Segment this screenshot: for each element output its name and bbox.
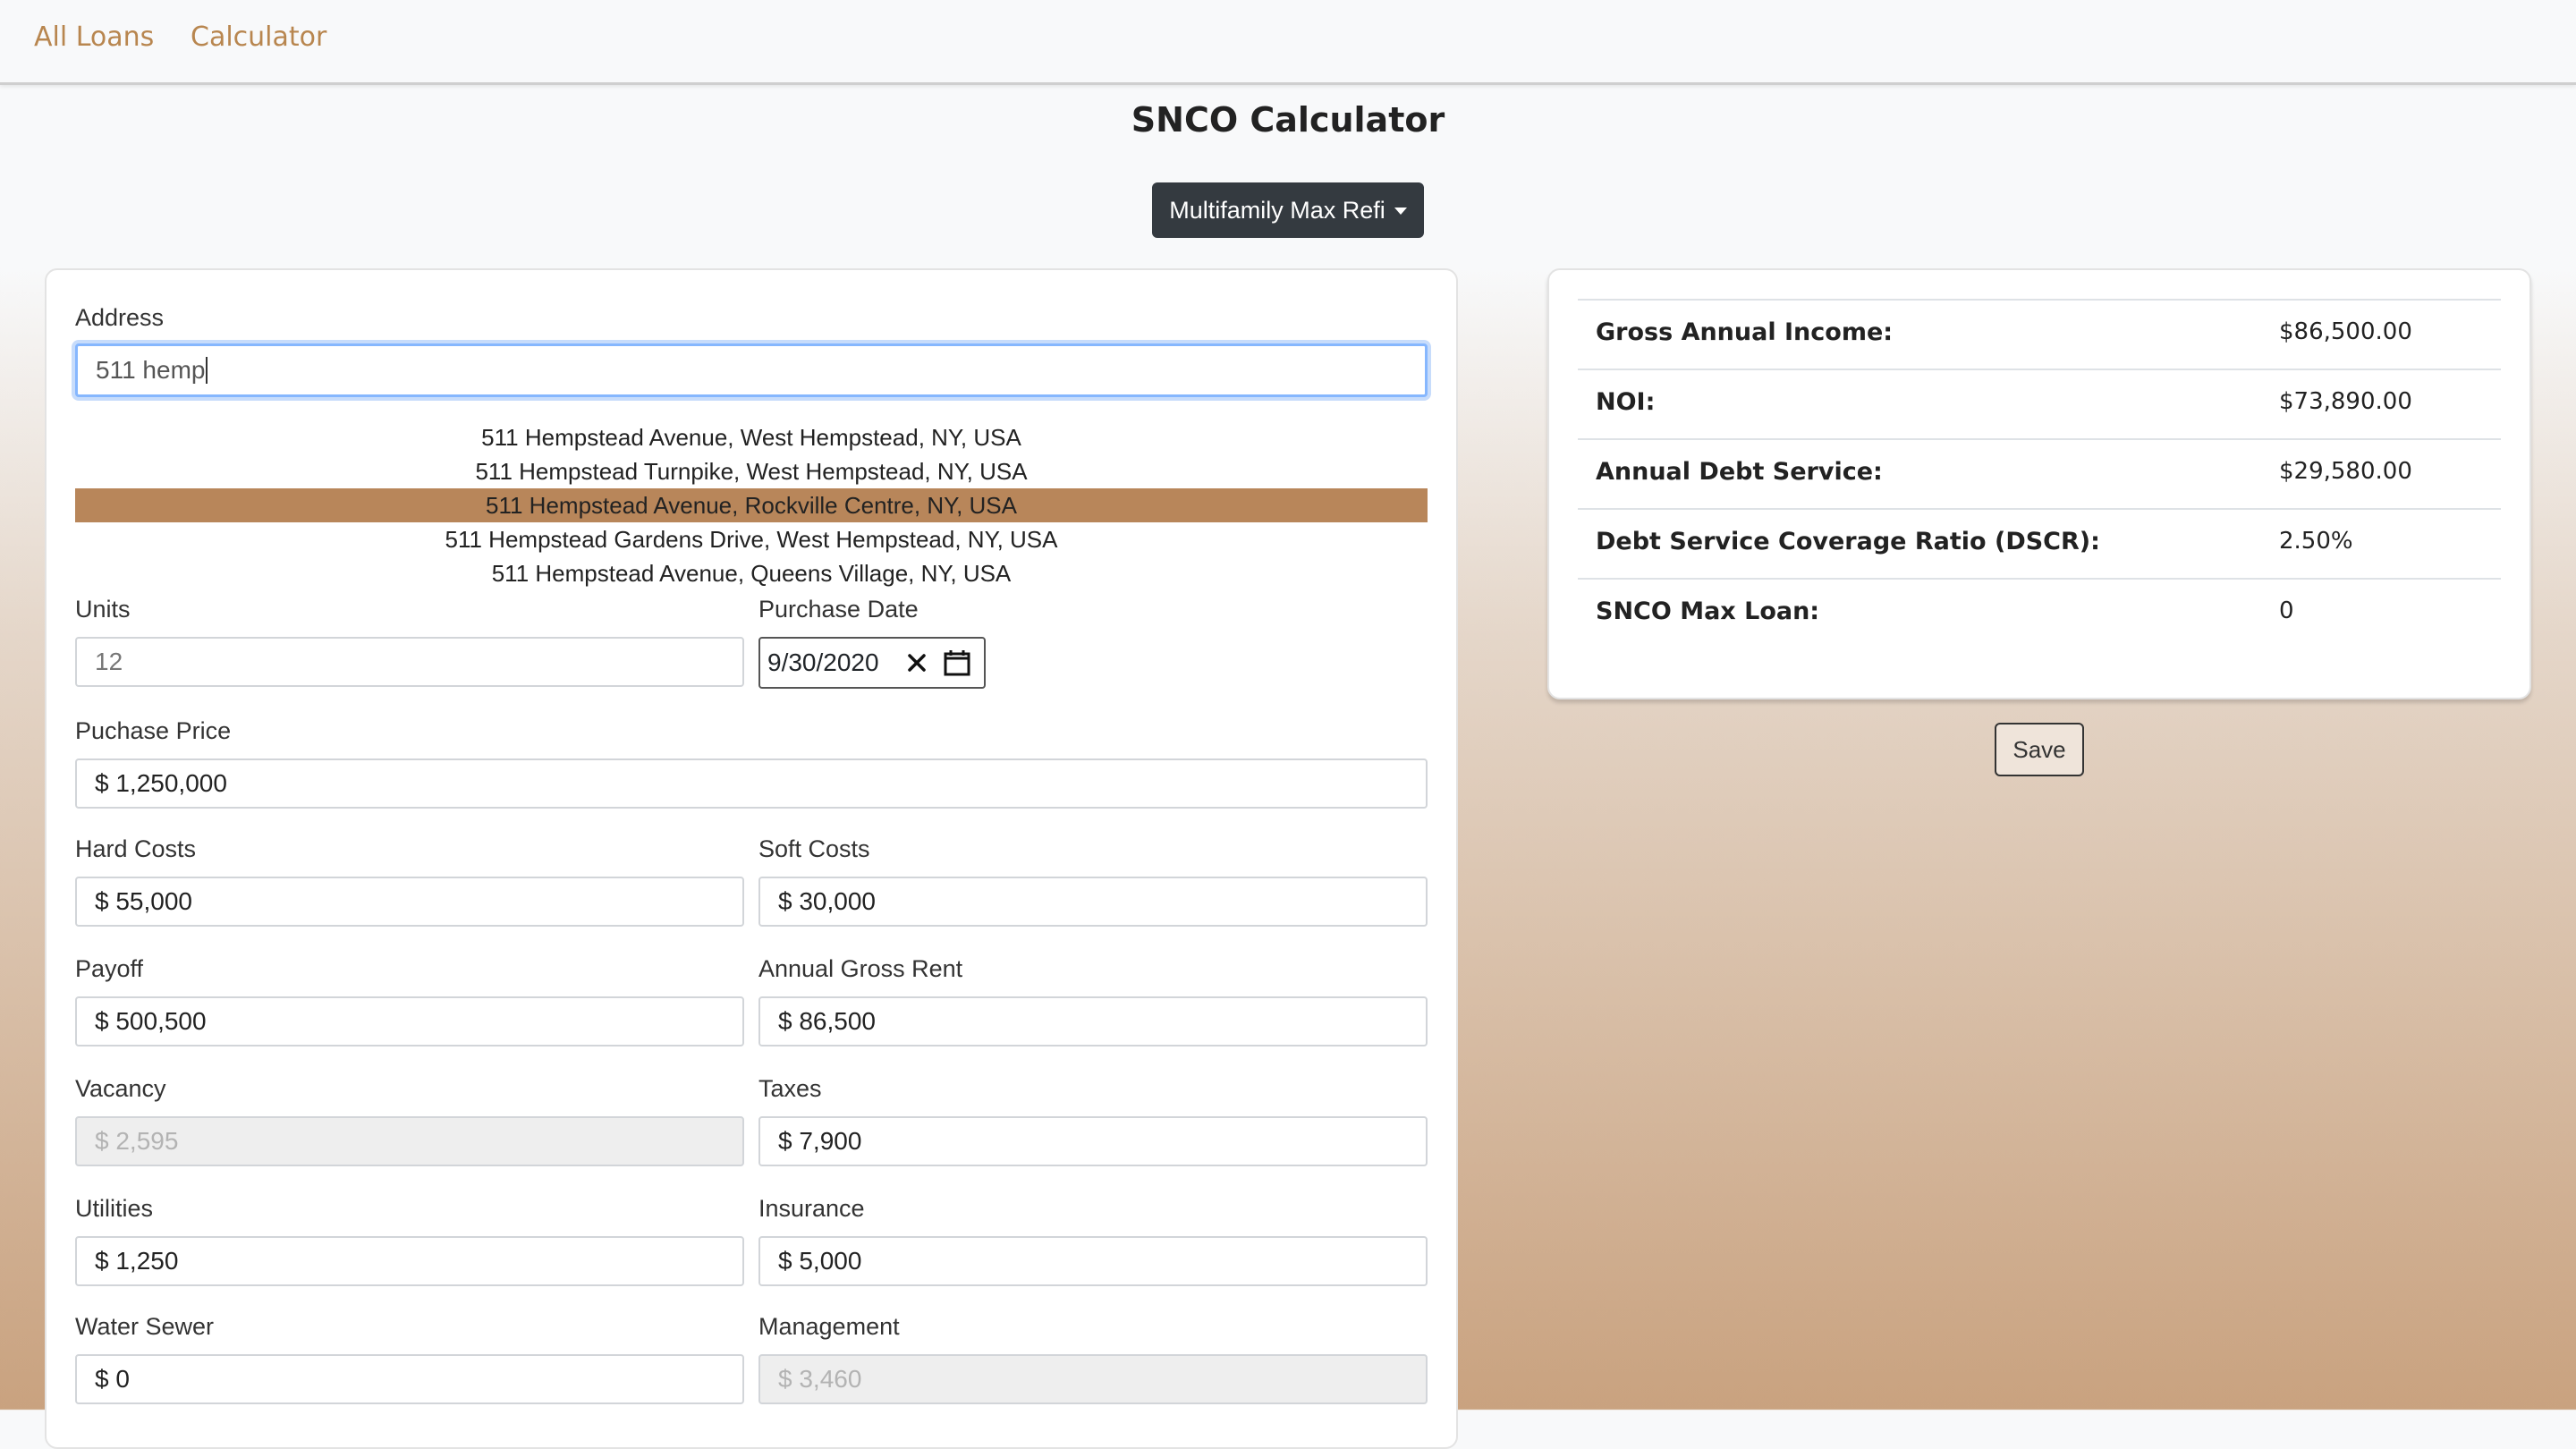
- summary-value: $29,580.00: [2279, 458, 2412, 485]
- address-label: Address: [75, 304, 165, 331]
- loan-type-dropdown-label: Multifamily Max Refi: [1169, 196, 1385, 224]
- nav-link-calculator[interactable]: Calculator: [191, 21, 326, 53]
- calendar-icon[interactable]: [941, 647, 973, 679]
- management-value: $ 3,460: [778, 1365, 862, 1393]
- summary-value: 2.50%: [2279, 528, 2353, 555]
- save-button[interactable]: Save: [1995, 723, 2084, 776]
- loan-type-dropdown[interactable]: Multifamily Max Refi: [1152, 182, 1424, 238]
- summary-row-noi: NOI: $73,890.00: [1578, 369, 2501, 438]
- soft-costs-value: $ 30,000: [778, 887, 876, 915]
- address-input[interactable]: 511 hemp: [75, 343, 1428, 397]
- units-label: Units: [75, 596, 131, 623]
- soft-costs-input[interactable]: $ 30,000: [758, 877, 1428, 927]
- caret-down-icon: [1394, 208, 1407, 215]
- utilities-input[interactable]: $ 1,250: [75, 1236, 744, 1286]
- summary-row-annual-debt-service: Annual Debt Service: $29,580.00: [1578, 438, 2501, 508]
- summary-row-gross-annual-income: Gross Annual Income: $86,500.00: [1578, 299, 2501, 369]
- address-input-value: 511 hemp: [96, 356, 206, 384]
- hard-costs-input[interactable]: $ 55,000: [75, 877, 744, 927]
- payoff-label: Payoff: [75, 955, 144, 982]
- summary-value: 0: [2279, 597, 2294, 624]
- hard-costs-label: Hard Costs: [75, 835, 197, 862]
- top-navbar: All Loans Calculator: [0, 0, 2576, 85]
- purchase-price-input[interactable]: $ 1,250,000: [75, 758, 1428, 809]
- annual-gross-rent-value: $ 86,500: [778, 1007, 876, 1035]
- summary-value: $73,890.00: [2279, 388, 2412, 415]
- address-suggestion[interactable]: 511 Hempstead Avenue, Queens Village, NY…: [75, 556, 1428, 590]
- water-sewer-label: Water Sewer: [75, 1313, 215, 1340]
- water-sewer-value: $ 0: [95, 1365, 130, 1393]
- purchase-price-label: Puchase Price: [75, 717, 232, 744]
- vacancy-value: $ 2,595: [95, 1127, 179, 1155]
- purchase-price-value: $ 1,250,000: [95, 769, 227, 797]
- insurance-input[interactable]: $ 5,000: [758, 1236, 1428, 1286]
- taxes-label: Taxes: [758, 1075, 822, 1102]
- payoff-input[interactable]: $ 500,500: [75, 996, 744, 1046]
- nav-link-all-loans[interactable]: All Loans: [34, 21, 154, 53]
- insurance-label: Insurance: [758, 1195, 865, 1222]
- management-input: $ 3,460: [758, 1354, 1428, 1404]
- summary-row-dscr: Debt Service Coverage Ratio (DSCR): 2.50…: [1578, 508, 2501, 578]
- text-cursor: [206, 357, 208, 384]
- summary-label: Annual Debt Service:: [1596, 458, 1883, 486]
- summary-row-snco-max-loan: SNCO Max Loan: 0: [1578, 578, 2501, 648]
- insurance-value: $ 5,000: [778, 1247, 862, 1275]
- units-input-value: 12: [95, 648, 123, 675]
- utilities-value: $ 1,250: [95, 1247, 179, 1275]
- annual-gross-rent-label: Annual Gross Rent: [758, 955, 963, 982]
- taxes-value: $ 7,900: [778, 1127, 862, 1155]
- summary-label: Gross Annual Income:: [1596, 318, 1894, 346]
- address-suggestion[interactable]: 511 Hempstead Turnpike, West Hempstead, …: [75, 454, 1428, 488]
- utilities-label: Utilities: [75, 1195, 154, 1222]
- purchase-date-label: Purchase Date: [758, 596, 919, 623]
- summary-value: $86,500.00: [2279, 318, 2412, 345]
- soft-costs-label: Soft Costs: [758, 835, 870, 862]
- address-suggestion[interactable]: 511 Hempstead Gardens Drive, West Hempst…: [75, 522, 1428, 556]
- taxes-input[interactable]: $ 7,900: [758, 1116, 1428, 1166]
- vacancy-input: $ 2,595: [75, 1116, 744, 1166]
- summary-label: Debt Service Coverage Ratio (DSCR):: [1596, 528, 2100, 555]
- page-title: SNCO Calculator: [1131, 100, 1445, 140]
- management-label: Management: [758, 1313, 900, 1340]
- summary-label: SNCO Max Loan:: [1596, 597, 1820, 625]
- payoff-value: $ 500,500: [95, 1007, 207, 1035]
- water-sewer-input[interactable]: $ 0: [75, 1354, 744, 1404]
- hard-costs-value: $ 55,000: [95, 887, 192, 915]
- purchase-date-input[interactable]: 9/30/2020: [758, 637, 986, 689]
- units-input[interactable]: 12: [75, 637, 744, 687]
- address-suggestion-highlighted[interactable]: 511 Hempstead Avenue, Rockville Centre, …: [75, 488, 1428, 522]
- summary-label: NOI:: [1596, 388, 1656, 416]
- purchase-date-value: 9/30/2020: [767, 648, 879, 676]
- annual-gross-rent-input[interactable]: $ 86,500: [758, 996, 1428, 1046]
- vacancy-label: Vacancy: [75, 1075, 166, 1102]
- address-suggestion[interactable]: 511 Hempstead Avenue, West Hempstead, NY…: [75, 420, 1428, 454]
- clear-date-icon[interactable]: [902, 648, 932, 678]
